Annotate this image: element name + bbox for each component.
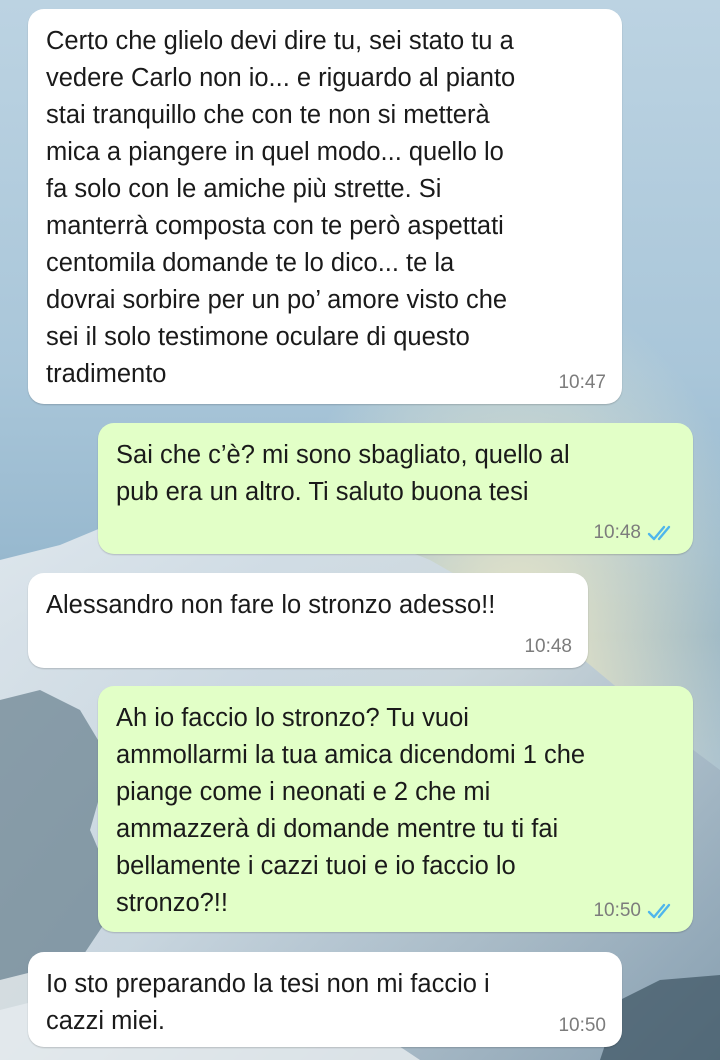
message-text: Sai che c’è? mi sono sbagliato, quello a…: [116, 441, 570, 506]
message-meta: 10:48: [593, 522, 677, 544]
incoming-message-bubble[interactable]: Io sto preparando la tesi non mi faccio …: [28, 952, 622, 1047]
double-check-read-icon: [647, 525, 671, 541]
outgoing-message-bubble[interactable]: Sai che c’è? mi sono sbagliato, quello a…: [98, 423, 693, 554]
message-text: Io sto preparando la tesi non mi faccio …: [46, 970, 490, 1035]
chat-message-list[interactable]: Certo che glielo devi dire tu, sei stato…: [0, 0, 720, 1060]
message-time: 10:47: [558, 372, 606, 393]
message-time: 10:48: [593, 522, 641, 543]
message-time: 10:50: [593, 900, 641, 921]
message-text: Ah io faccio lo stronzo? Tu vuoi ammolla…: [116, 704, 586, 917]
incoming-message-bubble[interactable]: Alessandro non fare lo stronzo adesso!! …: [28, 573, 588, 668]
outgoing-message-bubble[interactable]: Ah io faccio lo stronzo? Tu vuoi ammolla…: [98, 686, 693, 932]
message-meta: 10:50: [593, 900, 677, 922]
message-time: 10:48: [524, 636, 572, 657]
message-text: Certo che glielo devi dire tu, sei stato…: [46, 27, 516, 388]
message-text: Alessandro non fare lo stronzo adesso!!: [46, 591, 496, 619]
message-meta: 10:47: [558, 372, 606, 394]
message-meta: 10:48: [524, 636, 572, 658]
incoming-message-bubble[interactable]: Certo che glielo devi dire tu, sei stato…: [28, 9, 622, 404]
double-check-read-icon: [647, 903, 671, 919]
message-meta: 10:50: [558, 1015, 606, 1037]
message-time: 10:50: [558, 1015, 606, 1036]
